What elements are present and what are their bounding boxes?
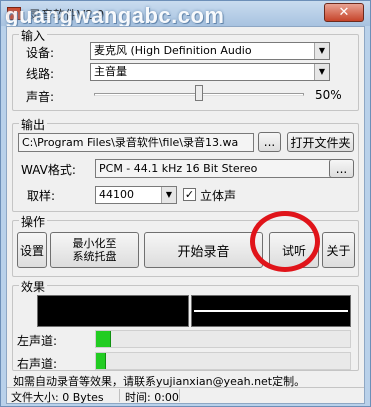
highlight-circle-annotation <box>250 211 320 272</box>
sample-rate-select[interactable]: 44100 ▼ <box>95 186 177 204</box>
chevron-down-icon[interactable]: ▼ <box>161 187 176 203</box>
time-status: 时间: 0:00 <box>125 391 179 404</box>
right-channel-level <box>96 353 107 369</box>
device-value: 麦克风 (High Definition Audio <box>94 44 252 57</box>
open-folder-button[interactable]: 打开文件夹 <box>287 132 354 152</box>
start-recording-button[interactable]: 开始录音 <box>144 232 263 268</box>
output-legend: 输出 <box>19 116 48 133</box>
wav-format-field[interactable]: PCM - 44.1 kHz 16 Bit Stereo <box>95 159 335 178</box>
input-group: 输入 设备: 麦克风 (High Definition Audio ▼ 线路: … <box>12 27 359 111</box>
input-legend: 输入 <box>19 27 48 44</box>
output-group: 输出 C:\Program Files\录音软件\file\录音13.wa ..… <box>12 116 359 212</box>
volume-percent: 50% <box>315 88 342 102</box>
settings-button[interactable]: 设置 <box>17 232 47 268</box>
status-separator <box>179 389 180 402</box>
minimize-to-tray-button[interactable]: 最小化至 系统托盘 <box>50 232 139 268</box>
format-browse-button[interactable]: ... <box>329 159 354 178</box>
sample-label: 取样: <box>27 189 56 203</box>
browse-path-button[interactable]: ... <box>258 132 281 152</box>
left-channel-level <box>96 331 112 347</box>
line-value: 主音量 <box>94 65 127 78</box>
effects-legend: 效果 <box>19 278 48 295</box>
file-size-status: 文件大小: 0 Bytes <box>11 391 104 404</box>
device-select[interactable]: 麦克风 (High Definition Audio ▼ <box>90 42 330 60</box>
stereo-label: 立体声 <box>200 189 237 203</box>
chevron-down-icon[interactable]: ▼ <box>314 43 329 59</box>
right-channel-label: 右声道: <box>17 357 58 371</box>
left-channel-meter <box>95 330 351 348</box>
waveform-left-display <box>37 295 189 327</box>
waveform-baseline <box>194 310 348 312</box>
status-bar: 文件大小: 0 Bytes 时间: 0:00 <box>7 387 364 404</box>
status-separator <box>119 389 120 402</box>
chevron-down-icon[interactable]: ▼ <box>314 64 329 80</box>
effects-group: 效果 左声道: 右声道: <box>12 278 359 371</box>
output-path-field[interactable]: C:\Program Files\录音软件\file\录音13.wa <box>18 133 254 152</box>
title-bar[interactable]: 录音软件V2.9 guangwangabc.com ✕ <box>1 1 370 28</box>
app-window: 录音软件V2.9 guangwangabc.com ✕ 输入 设备: 麦克风 (… <box>0 0 371 407</box>
volume-slider-thumb[interactable] <box>195 85 203 101</box>
line-label: 线路: <box>26 67 55 81</box>
line-select[interactable]: 主音量 ▼ <box>90 63 330 81</box>
sample-rate-value: 44100 <box>99 188 134 201</box>
client-area: 输入 设备: 麦克风 (High Definition Audio ▼ 线路: … <box>6 26 365 404</box>
operations-legend: 操作 <box>19 213 48 230</box>
volume-label: 声音: <box>26 90 55 104</box>
stereo-checkbox[interactable]: ✓ <box>183 188 196 201</box>
wav-format-label: WAV格式: <box>21 163 76 177</box>
close-button[interactable]: ✕ <box>324 3 364 22</box>
device-label: 设备: <box>26 46 55 60</box>
left-channel-label: 左声道: <box>17 334 58 348</box>
about-button[interactable]: 关于 <box>322 232 355 268</box>
waveform-right-display <box>191 295 351 327</box>
right-channel-meter <box>95 352 351 370</box>
